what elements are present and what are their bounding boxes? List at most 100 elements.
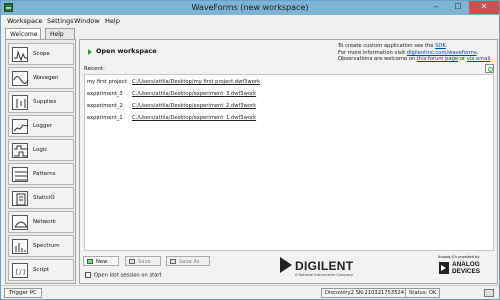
sidebar-item-staticio[interactable]: StaticIO — [8, 187, 74, 209]
welcome-panel: Open workspace To create custom applicat… — [79, 39, 498, 284]
scope-icon — [12, 47, 28, 62]
email-link[interactable]: via email — [467, 56, 491, 62]
status-icon[interactable] — [484, 289, 494, 297]
list-item[interactable]: my first project C:/Users/attila/Desktop… — [85, 77, 493, 87]
open-last-session-checkbox[interactable] — [85, 272, 91, 278]
save-icon — [129, 259, 135, 264]
sidebar-item-label: Supplies — [33, 99, 57, 105]
new-button-label: New — [96, 259, 108, 265]
menu-workspace[interactable]: Workspace — [7, 17, 43, 25]
sidebar-item-label: Logic — [33, 147, 48, 153]
supplies-icon — [12, 95, 28, 110]
sidebar-item-logger[interactable]: Logger — [8, 115, 74, 137]
digilent-name: DIGILENT — [295, 259, 354, 273]
info-punct: . — [490, 56, 493, 63]
svg-text:[/]: [/] — [15, 269, 26, 276]
menu-help[interactable]: Help — [105, 17, 120, 25]
title-bar: WaveForms (new workspace) – ☐ ✕ — [1, 1, 499, 15]
website-link[interactable]: digilentinc.com/waveforms — [407, 50, 477, 56]
wavegen-icon — [12, 71, 29, 86]
instrument-sidebar: Scope Wavegen Supplies Logger Logic Patt… — [5, 39, 76, 284]
menu-window[interactable]: Window — [74, 17, 100, 25]
close-button[interactable]: ✕ — [469, 1, 499, 14]
new-button[interactable]: New — [83, 256, 119, 266]
new-icon — [87, 259, 93, 264]
sidebar-item-script[interactable]: [/] Script — [8, 259, 74, 281]
status-bar: Trigger PC Discovery2 SN:210321753524 St… — [1, 285, 499, 299]
sidebar-item-label: StaticIO — [33, 195, 55, 201]
workspace-path[interactable]: C:/Users/attila/Desktop/experiment_2.dwf… — [132, 103, 256, 109]
save-as-icon — [170, 259, 176, 264]
recent-label: Recent: — [84, 66, 105, 72]
sdk-link[interactable]: SDK — [435, 43, 446, 49]
app-window: WaveForms (new workspace) – ☐ ✕ Workspac… — [0, 0, 500, 300]
minimize-button[interactable]: – — [425, 1, 447, 14]
menu-settings[interactable]: Settings — [47, 17, 74, 25]
workspace-name: my first project — [87, 79, 127, 85]
network-icon — [12, 215, 28, 230]
logic-icon — [12, 143, 28, 158]
adi-name: ANALOG DEVICES — [452, 261, 480, 275]
recent-workspaces-list: my first project C:/Users/attila/Desktop… — [84, 74, 494, 251]
save-as-button-label: Save As — [179, 259, 200, 265]
list-item[interactable]: experiment_3 C:/Users/attila/Desktop/exp… — [85, 89, 493, 99]
save-button-label: Save — [138, 259, 151, 265]
tab-help-label: Help — [50, 31, 64, 38]
refresh-icon[interactable] — [485, 64, 494, 73]
sidebar-item-label: Spectrum — [33, 243, 60, 249]
sidebar-item-wavegen[interactable]: Wavegen — [8, 67, 74, 89]
maximize-button[interactable]: ☐ — [447, 1, 469, 14]
forum-link[interactable]: this forum page — [417, 56, 458, 62]
device-selector[interactable]: Discovery2 SN:210321753524 — [321, 288, 409, 298]
info-line2: For more information visit — [338, 49, 407, 56]
sidebar-item-supplies[interactable]: Supplies — [8, 91, 74, 113]
list-item[interactable]: experiment_2 C:/Users/attila/Desktop/exp… — [85, 101, 493, 111]
staticio-icon — [12, 191, 28, 206]
digilent-subtitle: A National Instruments Company — [295, 273, 354, 277]
sidebar-item-logic[interactable]: Logic — [8, 139, 74, 161]
status-indicator: Status: OK — [405, 288, 441, 298]
save-as-button[interactable]: Save As — [166, 256, 210, 266]
sidebar-item-label: Logger — [33, 123, 52, 129]
adi-mark-icon — [439, 262, 449, 274]
sidebar-item-label: Network — [33, 219, 56, 225]
patterns-icon — [12, 167, 28, 182]
workspace-path[interactable]: C:/Users/attila/Desktop/my first project… — [132, 79, 260, 85]
open-workspace-link[interactable]: Open workspace — [96, 47, 157, 55]
sidebar-item-patterns[interactable]: Patterns — [8, 163, 74, 185]
menu-bar: Workspace Settings Window Help — [1, 15, 499, 27]
list-item[interactable]: experiment_1 C:/Users/attila/Desktop/exp… — [85, 113, 493, 123]
sidebar-item-network[interactable]: Network — [8, 211, 74, 233]
trigger-pc-button[interactable]: Trigger PC — [4, 288, 42, 298]
adi-name-line2: DEVICES — [452, 268, 481, 275]
sidebar-item-label: Script — [33, 267, 49, 273]
info-punct: . — [476, 49, 479, 56]
workspace-path[interactable]: C:/Users/attila/Desktop/experiment_1.dwf… — [132, 115, 256, 121]
open-arrow-icon — [88, 49, 92, 55]
adi-name-line1: ANALOG — [452, 261, 480, 268]
workspace-name: experiment_3 — [87, 91, 123, 97]
sidebar-item-scope[interactable]: Scope — [8, 43, 74, 65]
logger-icon — [12, 119, 29, 134]
workspace-path[interactable]: C:/Users/attila/Desktop/experiment_3.dwf… — [132, 91, 256, 97]
adi-caption: Analog ICs provided by — [438, 255, 480, 259]
info-line1: To create custom application see the — [338, 43, 436, 49]
sidebar-item-label: Patterns — [33, 171, 56, 177]
digilent-logo: DIGILENT A National Instruments Company — [280, 255, 360, 281]
info-or: or — [458, 56, 467, 63]
save-button[interactable]: Save — [125, 256, 161, 266]
script-icon: [/] — [12, 263, 28, 278]
workspace-name: experiment_1 — [87, 115, 123, 121]
open-last-session-label: Open last session on start — [94, 272, 162, 279]
open-last-session-option[interactable]: Open last session on start — [85, 272, 162, 279]
info-punct: . — [445, 43, 448, 49]
sidebar-item-spectrum[interactable]: Spectrum — [8, 235, 74, 257]
tab-welcome[interactable]: Welcome — [5, 28, 41, 45]
workspace-name: experiment_2 — [87, 103, 123, 109]
analog-devices-logo: Analog ICs provided by ANALOG DEVICES — [438, 255, 496, 283]
spectrum-icon — [12, 239, 28, 254]
tab-welcome-label: Welcome — [10, 31, 38, 38]
digilent-mark-icon — [280, 257, 292, 273]
info-text: To create custom application see the SDK… — [338, 43, 498, 63]
tab-help[interactable]: Help — [45, 28, 75, 39]
